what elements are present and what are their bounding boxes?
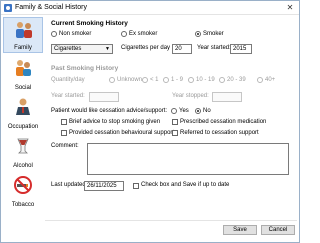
sidebar-item-occupation[interactable]: Occupation	[3, 95, 43, 131]
occupation-icon	[16, 98, 30, 115]
up-to-date-label: Check box and Save if up to date	[141, 182, 230, 188]
referred-support-checkbox[interactable]	[172, 130, 178, 136]
up-to-date-checkbox[interactable]	[133, 183, 139, 189]
qty-1-9-label: 1 - 9	[171, 77, 184, 83]
per-day-input[interactable]: 20	[172, 44, 192, 54]
sidebar: Family Social Occupation Alcohol Tobacco	[3, 17, 43, 217]
prescribed-medication-checkbox[interactable]	[172, 119, 178, 125]
qty-10-19-radio[interactable]	[188, 77, 194, 83]
cancel-button[interactable]: Cancel	[261, 225, 295, 235]
qty-20-39-radio[interactable]	[219, 77, 225, 83]
last-updated-input[interactable]: 26/11/2025	[84, 181, 124, 191]
last-updated-label: Last updated:	[51, 182, 88, 188]
cessation-question: Patient would like cessation advice/supp…	[51, 108, 168, 114]
qty-20-39-label: 20 - 39	[227, 77, 246, 83]
smoking-history-panel: Current Smoking History Non smoker Ex sm…	[45, 17, 297, 217]
behavioural-support-label: Provided cessation behavioural support	[69, 130, 175, 136]
social-icon	[16, 60, 31, 76]
past-year-started-label: Year started:	[51, 93, 85, 99]
year-started-input[interactable]: 2015	[230, 44, 252, 54]
window-title: Family & Social History	[15, 4, 87, 11]
tobacco-product-value: Cigarettes	[54, 46, 82, 52]
chevron-down-icon: ▼	[105, 46, 110, 52]
brief-advice-checkbox[interactable]	[61, 119, 67, 125]
app-icon	[4, 4, 12, 12]
comment-label: Comment:	[51, 143, 79, 149]
sidebar-item-label: Alcohol	[13, 163, 33, 169]
ex-smoker-label: Ex smoker	[129, 31, 158, 37]
sidebar-item-label: Social	[14, 85, 32, 91]
qty-unknown-radio[interactable]	[109, 77, 115, 83]
prescribed-medication-label: Prescribed cessation medication	[180, 119, 267, 125]
footer-divider	[45, 220, 297, 221]
behavioural-support-checkbox[interactable]	[61, 130, 67, 136]
past-year-stopped-label: Year stopped:	[172, 93, 209, 99]
qty-lt1-label: < 1	[150, 77, 159, 83]
per-day-label: Cigarettes per day	[121, 45, 171, 51]
qty-40plus-radio[interactable]	[257, 77, 263, 83]
ex-smoker-radio[interactable]	[121, 31, 127, 37]
past-year-stopped-input[interactable]	[212, 92, 242, 102]
cessation-no-radio[interactable]	[195, 108, 201, 114]
family-icon	[16, 22, 32, 38]
non-smoker-radio[interactable]	[51, 31, 57, 37]
tobacco-icon	[14, 176, 32, 194]
sidebar-item-family[interactable]: Family	[3, 17, 43, 53]
smoker-label: Smoker	[203, 31, 224, 37]
close-button[interactable]: ✕	[284, 2, 296, 13]
referred-support-label: Referred to cessation support	[180, 130, 259, 136]
tobacco-product-select[interactable]: Cigarettes ▼	[51, 44, 113, 54]
comment-textarea[interactable]	[87, 143, 289, 175]
sidebar-item-label: Occupation	[7, 124, 39, 130]
family-social-history-window: Family & Social History ✕ Family Social	[0, 0, 300, 243]
sidebar-item-label: Tobacco	[11, 202, 35, 208]
alcohol-icon	[17, 138, 29, 154]
sidebar-item-label: Family	[14, 45, 32, 51]
qty-1-9-radio[interactable]	[163, 77, 169, 83]
cessation-yes-label: Yes	[179, 108, 189, 114]
past-smoking-heading: Past Smoking History	[51, 65, 119, 72]
quantity-label: Quantity/day	[51, 77, 85, 83]
title-bar: Family & Social History ✕	[1, 1, 299, 15]
qty-lt1-radio[interactable]	[142, 77, 148, 83]
sidebar-item-alcohol[interactable]: Alcohol	[3, 134, 43, 170]
cessation-no-label: No	[203, 108, 211, 114]
year-started-label: Year started:	[197, 45, 231, 51]
cessation-yes-radio[interactable]	[171, 108, 177, 114]
past-year-started-input[interactable]	[89, 92, 119, 102]
smoker-radio[interactable]	[195, 31, 201, 37]
qty-10-19-label: 10 - 19	[196, 77, 215, 83]
current-smoking-heading: Current Smoking History	[51, 20, 128, 27]
non-smoker-label: Non smoker	[59, 31, 92, 37]
save-button[interactable]: Save	[223, 225, 257, 235]
qty-40plus-label: 40+	[265, 77, 276, 83]
sidebar-item-social[interactable]: Social	[3, 56, 43, 92]
brief-advice-label: Brief advice to stop smoking given	[69, 119, 161, 125]
qty-unknown-label: Unknown	[117, 77, 143, 83]
sidebar-item-tobacco[interactable]: Tobacco	[3, 173, 43, 209]
